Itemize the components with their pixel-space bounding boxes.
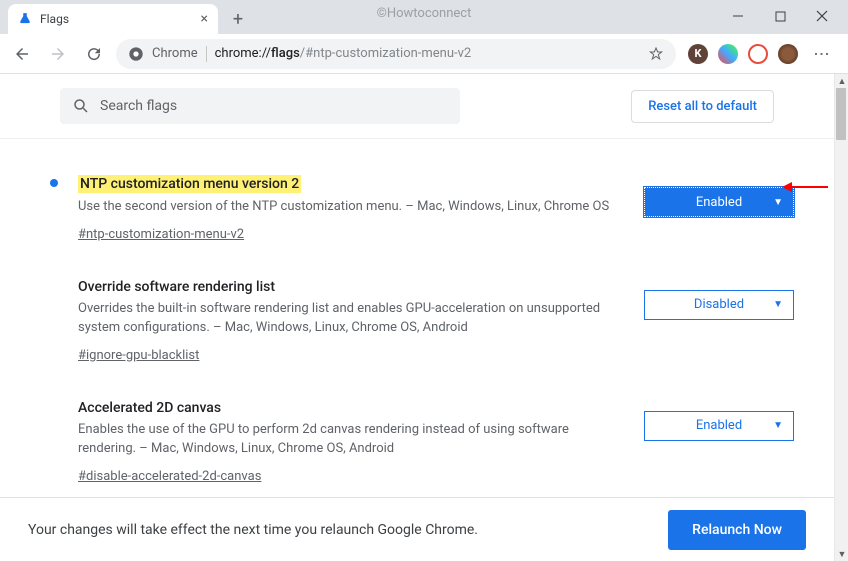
flag-text: NTP customization menu version 2 Use the… <box>78 173 624 242</box>
back-button[interactable] <box>8 40 36 68</box>
flag-anchor-link[interactable]: #ntp-customization-menu-v2 <box>78 227 244 242</box>
flag-control: Enabled ▼ <box>644 187 804 217</box>
flag-text: Override software rendering list Overrid… <box>78 276 624 363</box>
chevron-down-icon: ▼ <box>773 420 783 431</box>
tab-title: Flags <box>40 12 193 26</box>
scroll-area: Search flags Reset all to default NTP cu… <box>0 74 834 561</box>
search-input[interactable]: Search flags <box>60 88 460 124</box>
forward-button[interactable] <box>44 40 72 68</box>
omnibox-divider <box>206 46 207 62</box>
flag-description: Use the second version of the NTP custom… <box>78 197 624 217</box>
profile-avatar[interactable] <box>778 44 798 64</box>
flag-item: Override software rendering list Overrid… <box>50 262 804 383</box>
url-text: chrome://flags/#ntp-customization-menu-v… <box>215 46 472 61</box>
bookmark-star-icon[interactable] <box>648 46 664 62</box>
flag-bullet-icon <box>50 179 58 187</box>
flag-select[interactable]: Disabled ▼ <box>644 290 794 320</box>
flag-description: Enables the use of the GPU to perform 2d… <box>78 420 624 459</box>
extension-icon-2[interactable] <box>718 44 738 64</box>
flask-icon <box>18 12 32 26</box>
flag-description: Overrides the built-in software renderin… <box>78 299 624 338</box>
chevron-down-icon: ▼ <box>773 299 783 310</box>
flag-select-value: Enabled <box>696 195 742 210</box>
flag-select[interactable]: Enabled ▼ <box>644 411 794 441</box>
browser-tab[interactable]: Flags × <box>8 4 218 34</box>
scheme-label: Chrome <box>152 46 198 61</box>
relaunch-bar: Your changes will take effect the next t… <box>0 497 834 561</box>
maximize-button[interactable] <box>768 4 792 28</box>
chevron-down-icon: ▼ <box>773 197 783 208</box>
search-icon <box>72 97 90 115</box>
scroll-up-icon[interactable]: ▲ <box>835 74 848 88</box>
extension-icons: K ⋮ <box>684 40 840 68</box>
extension-icon-3[interactable] <box>748 44 768 64</box>
relaunch-button[interactable]: Relaunch Now <box>668 510 806 550</box>
new-tab-button[interactable]: + <box>224 5 252 33</box>
scroll-down-icon[interactable]: ▼ <box>835 547 848 561</box>
flag-anchor-link[interactable]: #disable-accelerated-2d-canvas <box>78 469 261 484</box>
chrome-icon <box>128 46 144 62</box>
watermark-text: ©Howtoconnect <box>377 6 472 21</box>
flag-title: Override software rendering list <box>78 279 275 295</box>
flag-control: Enabled ▼ <box>644 411 804 441</box>
flag-item: Accelerated 2D canvas Enables the use of… <box>50 383 804 504</box>
scrollbar-thumb[interactable] <box>836 88 846 140</box>
search-placeholder: Search flags <box>100 98 177 114</box>
reset-button[interactable]: Reset all to default <box>631 90 774 123</box>
extension-icon-1[interactable]: K <box>688 44 708 64</box>
search-row: Search flags Reset all to default <box>0 74 834 139</box>
scrollbar[interactable]: ▲ ▼ <box>834 74 848 561</box>
flag-control: Disabled ▼ <box>644 290 804 320</box>
flags-list: NTP customization menu version 2 Use the… <box>0 139 834 524</box>
url-host: chrome:// <box>215 46 271 61</box>
page-content: Search flags Reset all to default NTP cu… <box>0 74 848 561</box>
window-controls <box>726 4 844 28</box>
flag-select[interactable]: Enabled ▼ <box>644 187 794 217</box>
flag-title: NTP customization menu version 2 <box>78 175 301 193</box>
window-titlebar: Flags × + ©Howtoconnect <box>0 0 848 34</box>
reload-button[interactable] <box>80 40 108 68</box>
flag-anchor-link[interactable]: #ignore-gpu-blacklist <box>78 348 199 363</box>
flag-title: Accelerated 2D canvas <box>78 400 221 416</box>
address-bar[interactable]: Chrome chrome://flags/#ntp-customization… <box>116 39 676 69</box>
flag-select-value: Disabled <box>694 297 744 312</box>
window-close-button[interactable] <box>810 4 834 28</box>
url-bold: flags <box>271 46 300 61</box>
close-icon[interactable]: × <box>201 11 208 27</box>
relaunch-text: Your changes will take effect the next t… <box>28 522 478 538</box>
flag-select-value: Enabled <box>696 418 742 433</box>
minimize-button[interactable] <box>726 4 750 28</box>
flag-text: Accelerated 2D canvas Enables the use of… <box>78 397 624 484</box>
flag-item: NTP customization menu version 2 Use the… <box>50 159 804 262</box>
url-path: /#ntp-customization-menu-v2 <box>300 46 471 61</box>
browser-menu-button[interactable]: ⋮ <box>808 40 836 68</box>
browser-toolbar: Chrome chrome://flags/#ntp-customization… <box>0 34 848 74</box>
